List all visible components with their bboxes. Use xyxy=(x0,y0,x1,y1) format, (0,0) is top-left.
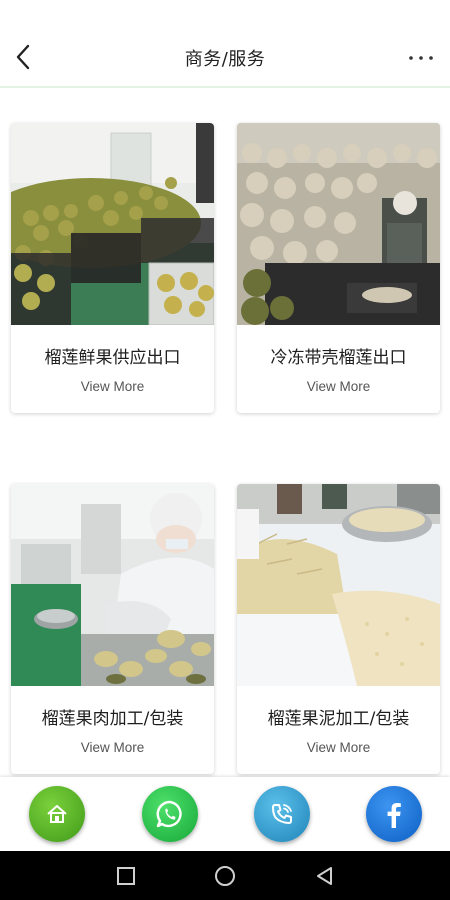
phone-icon xyxy=(272,804,292,824)
back-triangle-icon xyxy=(317,867,332,885)
home-circle-icon xyxy=(215,866,235,886)
recents-button[interactable] xyxy=(113,863,139,889)
card-title: 榴莲果肉加工/包装 xyxy=(41,709,184,729)
view-more-link[interactable]: View More xyxy=(11,740,214,755)
home-icon xyxy=(47,805,67,823)
top-bar: 商务/服务 xyxy=(0,0,450,88)
more-options-button[interactable] xyxy=(406,48,436,68)
whatsapp-button[interactable] xyxy=(142,786,198,842)
frozen-durian-storage-image xyxy=(237,123,440,325)
facebook-icon xyxy=(387,803,401,828)
view-more-link[interactable]: View More xyxy=(11,379,214,394)
view-more-link[interactable]: View More xyxy=(237,379,440,394)
phone-call-button[interactable] xyxy=(254,786,310,842)
home-button[interactable] xyxy=(29,786,85,842)
system-navigation-bar xyxy=(0,851,450,900)
more-horizontal-icon xyxy=(409,56,433,60)
card-title: 榴莲鲜果供应出口 xyxy=(44,348,181,368)
service-card-fresh-durian[interactable]: 榴莲鲜果供应出口 View More xyxy=(11,123,214,413)
whatsapp-icon xyxy=(156,800,182,828)
app-screen: 商务/服务 榴莲鲜果供应出口 View More 冷冻带壳榴莲出口 View M… xyxy=(0,0,450,900)
durian-puree-processing-image xyxy=(237,484,440,686)
recents-square-icon xyxy=(117,867,135,885)
fresh-durian-crates-image xyxy=(11,123,214,325)
bottom-contact-bar xyxy=(0,777,450,851)
card-title: 榴莲果泥加工/包装 xyxy=(267,709,410,729)
service-card-frozen-durian[interactable]: 冷冻带壳榴莲出口 View More xyxy=(237,123,440,413)
service-card-durian-puree[interactable]: 榴莲果泥加工/包装 View More xyxy=(237,484,440,774)
system-back-button[interactable] xyxy=(311,863,337,889)
page-title: 商务/服务 xyxy=(184,49,266,70)
durian-pulp-processing-image xyxy=(11,484,214,686)
facebook-button[interactable] xyxy=(366,786,422,842)
service-card-durian-pulp[interactable]: 榴莲果肉加工/包装 View More xyxy=(11,484,214,774)
system-home-button[interactable] xyxy=(212,863,238,889)
view-more-link[interactable]: View More xyxy=(237,740,440,755)
card-title: 冷冻带壳榴莲出口 xyxy=(270,348,407,368)
